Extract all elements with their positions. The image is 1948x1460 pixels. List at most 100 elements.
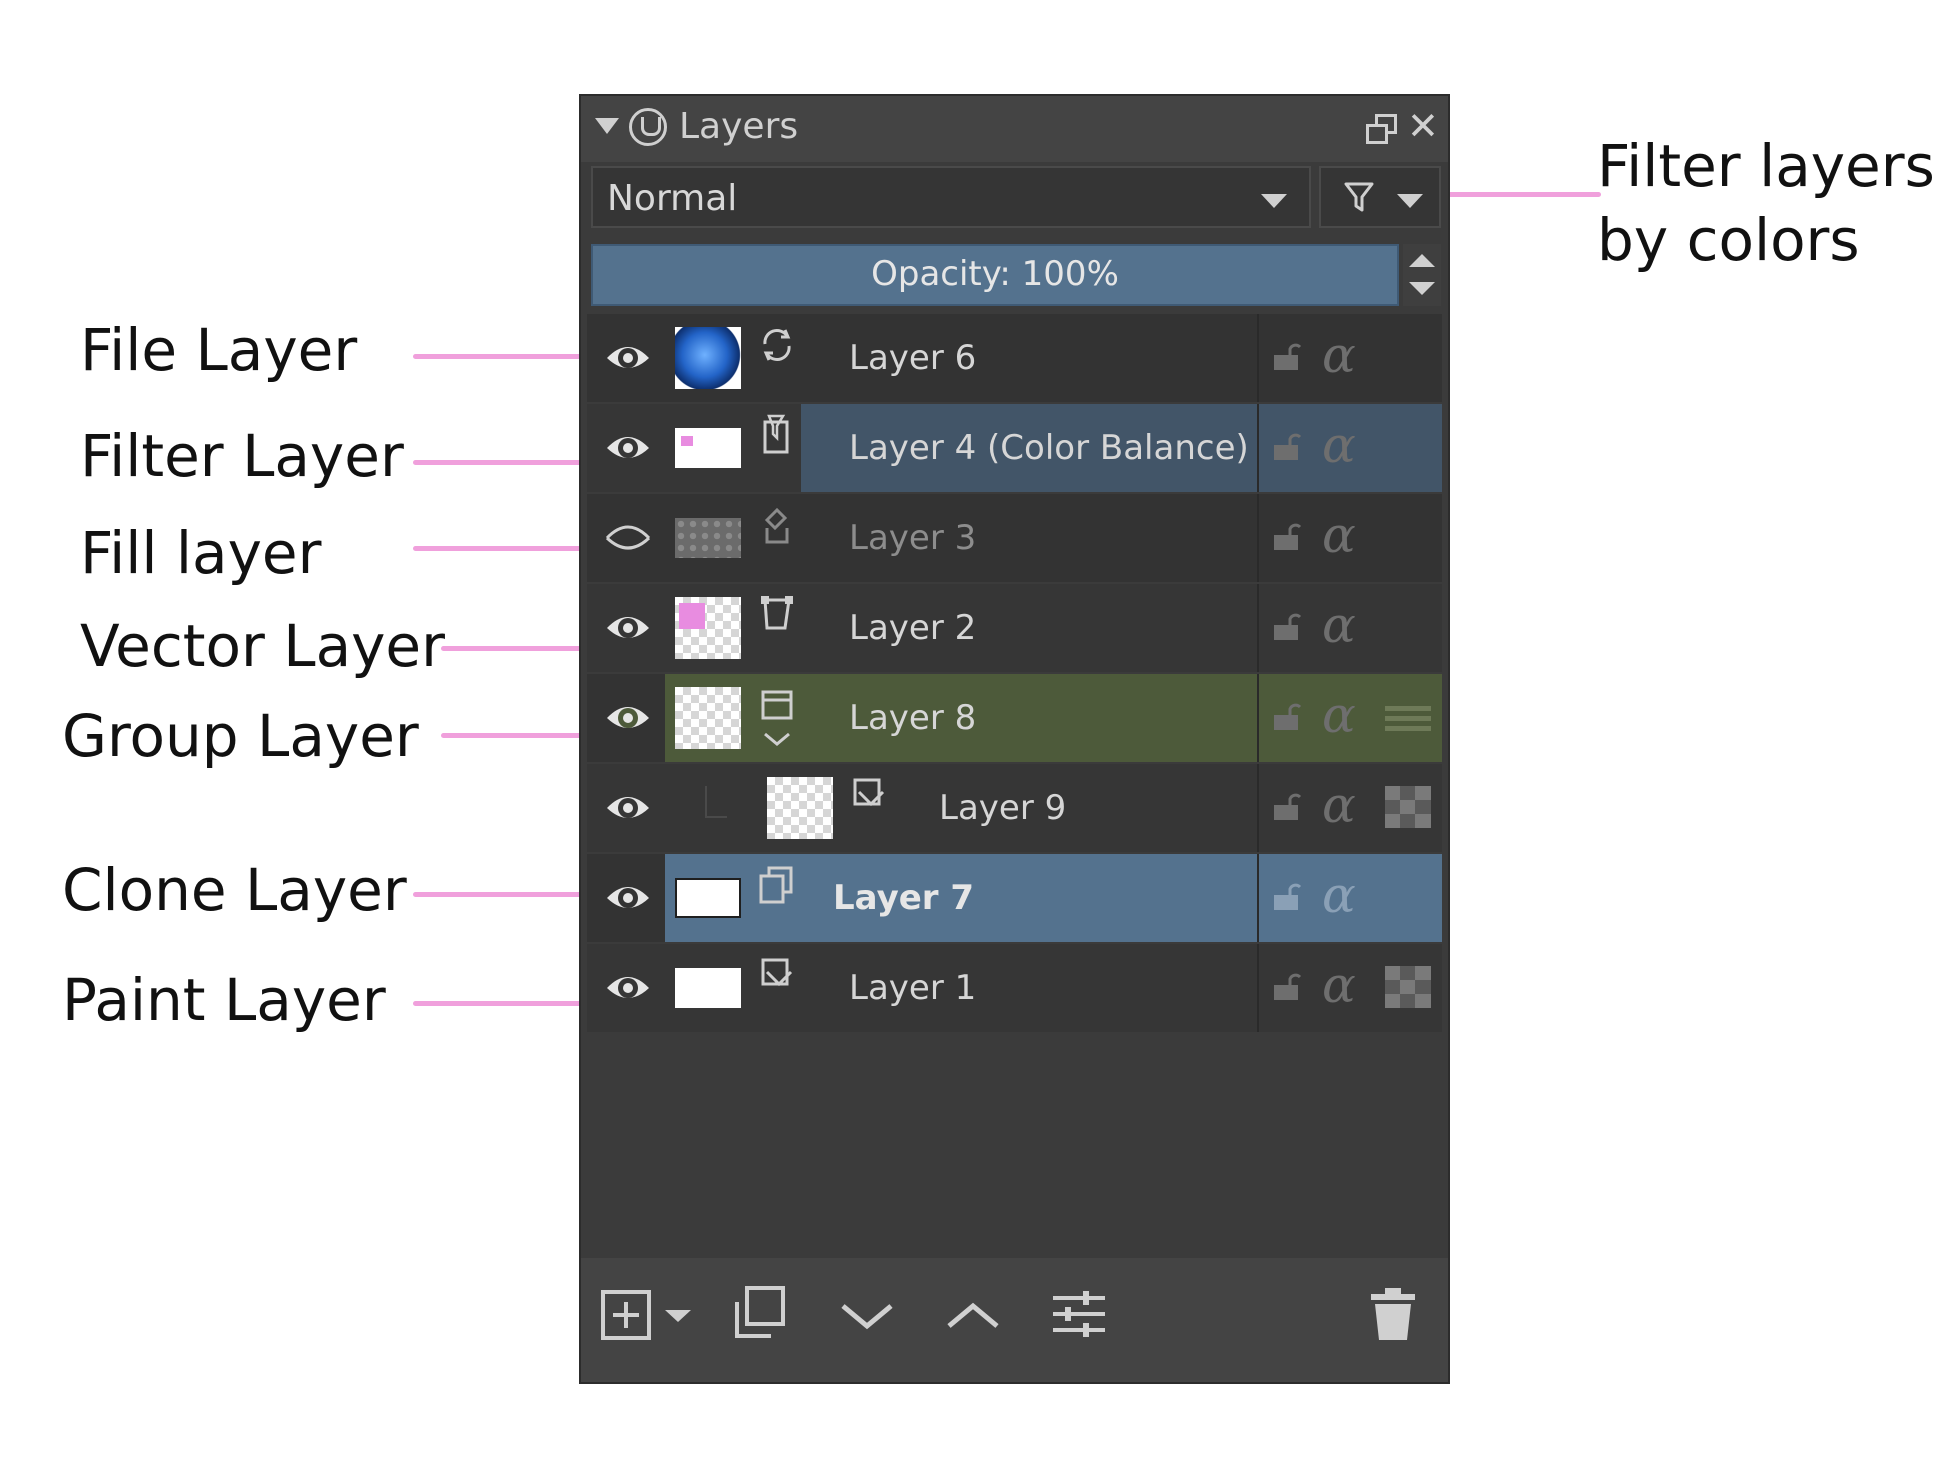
layer-row-paint[interactable]: Layer 1 α: [587, 944, 1442, 1032]
alpha-lock-icon[interactable]: α: [1322, 956, 1356, 1014]
layer-thumbnail: [675, 878, 741, 918]
leader-file-layer: [413, 354, 583, 359]
eye-icon[interactable]: [603, 424, 653, 470]
fill-layer-icon: [764, 507, 789, 544]
close-icon[interactable]: ✕: [1407, 104, 1439, 148]
alpha-lock-icon[interactable]: α: [1322, 686, 1356, 744]
docker-title: Layers: [679, 106, 799, 147]
unlock-icon[interactable]: [1272, 702, 1302, 732]
layer-row-file[interactable]: Layer 6 α: [587, 314, 1442, 402]
layer-name: Layer 9: [939, 788, 1067, 828]
chevron-down-icon: [1261, 194, 1287, 208]
alpha-lock-icon[interactable]: α: [1322, 776, 1356, 834]
unlock-icon[interactable]: [1272, 342, 1302, 372]
layer-row-fill[interactable]: Layer 3 α: [587, 494, 1442, 582]
delete-layer-icon[interactable]: [1361, 1282, 1425, 1346]
layer-name: Layer 3: [849, 518, 977, 558]
annotation-clone-layer: Clone Layer: [62, 856, 407, 924]
leader-paint-layer: [413, 1001, 583, 1006]
eye-icon[interactable]: [603, 784, 653, 830]
unlock-icon[interactable]: [1272, 972, 1302, 1002]
layer-name: Layer 7: [833, 878, 975, 918]
eye-icon[interactable]: [603, 694, 653, 740]
layer-thumbnail: [675, 518, 741, 558]
layer-thumbnail: [675, 327, 741, 389]
layer-thumbnail: [767, 777, 833, 839]
move-layer-down-icon[interactable]: [835, 1282, 899, 1346]
color-label-filter-button[interactable]: [1319, 166, 1441, 228]
clone-layer-icon: [759, 866, 793, 904]
layer-row-filter[interactable]: Layer 4 (Color Balance) α: [587, 404, 1442, 492]
layer-name: Layer 4 (Color Balance): [849, 428, 1249, 468]
unlock-icon[interactable]: [1272, 882, 1302, 912]
leader-filter-by-colors: [1428, 192, 1601, 197]
layer-name: Layer 6: [849, 338, 977, 378]
leader-vector-layer: [441, 646, 583, 651]
layer-thumbnail: [675, 687, 741, 749]
opacity-label: Opacity: 100%: [871, 254, 1119, 294]
alpha-lock-icon[interactable]: α: [1322, 416, 1356, 474]
layer-row-vector[interactable]: Layer 2 α: [587, 584, 1442, 672]
alpha-lock-icon[interactable]: α: [1322, 506, 1356, 564]
layer-name: Layer 8: [849, 698, 977, 738]
funnel-icon: [1344, 182, 1374, 212]
layer-row-clone[interactable]: Layer 7 α: [587, 854, 1442, 942]
file-layer-icon: [763, 329, 791, 361]
alpha-lock-icon[interactable]: α: [1322, 326, 1356, 384]
layer-row-group[interactable]: Layer 8 α: [587, 674, 1442, 762]
collapse-arrow-icon[interactable]: [595, 118, 619, 134]
layers-docker-icon: [629, 108, 667, 146]
spin-down-icon[interactable]: [1409, 282, 1435, 295]
leader-fill-layer: [413, 546, 583, 551]
leader-group-layer: [441, 733, 583, 738]
chevron-down-icon: [1397, 194, 1423, 208]
annotation-group-layer: Group Layer: [62, 702, 419, 770]
alpha-lock-icon[interactable]: α: [1322, 596, 1356, 654]
layer-properties-icon[interactable]: [1047, 1282, 1111, 1346]
annotation-file-layer: File Layer: [80, 316, 358, 384]
paint-layer-icon: [853, 778, 885, 807]
unlock-icon[interactable]: [1272, 792, 1302, 822]
unlock-icon[interactable]: [1272, 522, 1302, 552]
spin-up-icon[interactable]: [1409, 254, 1435, 267]
leader-clone-layer: [413, 892, 583, 897]
inherit-alpha-icon[interactable]: [1383, 784, 1433, 830]
layers-docker: Layers ✕ Normal Opacity: 100% Layer 6 α …: [579, 94, 1450, 1384]
unlock-icon[interactable]: [1272, 432, 1302, 462]
annotation-filter-layer: Filter Layer: [80, 422, 404, 490]
layer-row-child[interactable]: Layer 9 α: [587, 764, 1442, 852]
add-layer-icon[interactable]: [597, 1282, 661, 1346]
layer-name: Layer 1: [849, 968, 977, 1008]
blend-mode-dropdown[interactable]: Normal: [591, 166, 1311, 228]
layer-thumbnail: [675, 597, 741, 659]
annotation-fill-layer: Fill layer: [80, 519, 322, 587]
alpha-lock-icon[interactable]: α: [1322, 866, 1356, 924]
eye-icon[interactable]: [603, 334, 653, 380]
annotation-paint-layer: Paint Layer: [62, 966, 386, 1034]
layer-list: Layer 6 α Layer 4 (Color Balance) α Laye…: [587, 314, 1442, 1254]
annotation-vector-layer: Vector Layer: [80, 612, 445, 680]
chevron-down-icon[interactable]: [663, 1282, 693, 1346]
filter-layer-icon: [763, 414, 789, 454]
layer-thumbnail: [675, 428, 741, 468]
eye-icon[interactable]: [603, 964, 653, 1010]
annotation-filter-by-colors-line1: Filter layers: [1597, 132, 1935, 200]
layer-name: Layer 2: [849, 608, 977, 648]
eye-closed-icon[interactable]: [603, 514, 653, 560]
layer-toolbar: [581, 1258, 1448, 1382]
unlock-icon[interactable]: [1272, 612, 1302, 642]
group-layer-icon: [761, 690, 793, 746]
annotation-filter-by-colors-line2: by colors: [1597, 206, 1860, 274]
eye-icon[interactable]: [603, 874, 653, 920]
opacity-spinner[interactable]: [1403, 244, 1441, 306]
move-layer-up-icon[interactable]: [941, 1282, 1005, 1346]
opacity-slider[interactable]: Opacity: 100%: [591, 244, 1399, 306]
inherit-alpha-icon[interactable]: [1383, 964, 1433, 1010]
layer-thumbnail: [675, 968, 741, 1008]
eye-icon[interactable]: [603, 604, 653, 650]
pass-through-icon[interactable]: [1383, 694, 1433, 740]
vector-layer-icon: [761, 596, 793, 630]
float-docker-icon[interactable]: [1366, 114, 1397, 144]
blend-mode-value: Normal: [607, 178, 738, 219]
duplicate-layer-icon[interactable]: [727, 1282, 791, 1346]
